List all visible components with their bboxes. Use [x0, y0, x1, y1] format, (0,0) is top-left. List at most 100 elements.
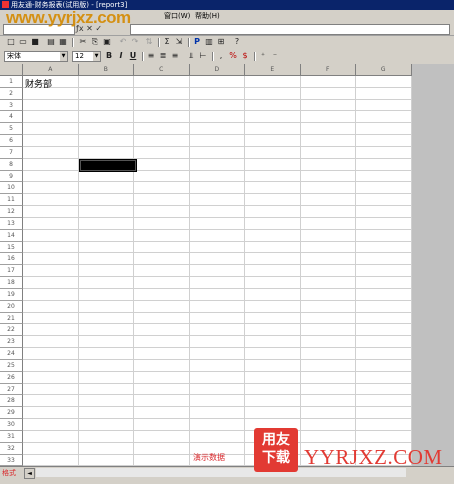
row-header-25[interactable]: 25 — [0, 359, 23, 372]
save-icon[interactable]: ■ — [30, 37, 40, 47]
print-icon[interactable]: ▦ — [58, 37, 68, 47]
increase-decimal-icon[interactable]: ⁺ — [258, 51, 268, 61]
row-header-2[interactable]: 2 — [0, 87, 23, 100]
row-header-1[interactable]: 1 — [0, 76, 23, 88]
chevron-down-icon[interactable]: ▼ — [60, 52, 67, 61]
row-header-19[interactable]: 19 — [0, 288, 23, 301]
row-header-29[interactable]: 29 — [0, 407, 23, 420]
grid-hline — [23, 335, 412, 337]
p-icon[interactable]: P — [192, 37, 202, 47]
row-header-5[interactable]: 5 — [0, 123, 23, 136]
column-header-g[interactable]: G — [356, 64, 412, 76]
comma-icon[interactable]: , — [216, 51, 226, 61]
row-header-18[interactable]: 18 — [0, 277, 23, 289]
grid-hline — [23, 110, 412, 112]
grid-hline — [23, 382, 412, 384]
percent-button[interactable]: % — [228, 51, 238, 61]
help-icon[interactable]: ? — [232, 37, 242, 47]
row-header-16[interactable]: 16 — [0, 253, 23, 266]
row-header-6[interactable]: 6 — [0, 135, 23, 147]
row-header-9[interactable]: 9 — [0, 170, 23, 183]
row-header-26[interactable]: 26 — [0, 371, 23, 384]
corner-header[interactable] — [0, 64, 23, 76]
grid-hline — [23, 240, 412, 242]
align-left-icon[interactable]: ≡ — [146, 51, 156, 61]
grid-hline — [23, 98, 412, 100]
grid-hline — [23, 311, 412, 313]
row-header-28[interactable]: 28 — [0, 395, 23, 408]
row-header-14[interactable]: 14 — [0, 229, 23, 242]
paste-icon[interactable]: ▣ — [102, 37, 112, 47]
row-header-33[interactable]: 33 — [0, 454, 23, 466]
column-header-c[interactable]: C — [134, 64, 190, 76]
row-header-12[interactable]: 12 — [0, 206, 23, 218]
column-header-e[interactable]: E — [245, 64, 301, 76]
row-header-20[interactable]: 20 — [0, 300, 23, 313]
column-header-d[interactable]: D — [189, 64, 245, 76]
app-icon — [2, 1, 9, 8]
insert-function-icon[interactable]: ⇲ — [174, 37, 184, 47]
selected-cell-b8[interactable] — [79, 159, 137, 172]
redo-icon[interactable]: ↷ — [130, 37, 140, 47]
font-size-select[interactable]: 12 ▼ — [72, 51, 101, 62]
row-header-10[interactable]: 10 — [0, 182, 23, 195]
grid-hline — [23, 181, 412, 183]
chevron-down-icon[interactable]: ▼ — [93, 52, 100, 61]
row-header-4[interactable]: 4 — [0, 111, 23, 124]
row-header-23[interactable]: 23 — [0, 336, 23, 349]
preview-icon[interactable]: ▤ — [46, 37, 56, 47]
row-header-24[interactable]: 24 — [0, 348, 23, 360]
decrease-decimal-icon[interactable]: ⁻ — [270, 51, 280, 61]
row-header-17[interactable]: 17 — [0, 265, 23, 278]
copy-icon[interactable]: ⎘ — [90, 37, 100, 47]
align-right-icon[interactable]: ≡ — [170, 51, 180, 61]
open-icon[interactable]: ▭ — [18, 37, 28, 47]
row-header-30[interactable]: 30 — [0, 419, 23, 431]
scroll-left-icon[interactable]: ◄ — [24, 468, 35, 479]
column-header-b[interactable]: B — [78, 64, 134, 76]
valign-icon[interactable]: ⫫ — [186, 51, 196, 61]
font-name-select[interactable]: 宋体 ▼ — [4, 51, 68, 62]
underline-button[interactable]: U — [128, 51, 138, 61]
row-header-3[interactable]: 3 — [0, 99, 23, 112]
new-icon[interactable]: □ — [6, 37, 16, 47]
empty-area — [412, 64, 454, 466]
currency-button[interactable]: $ — [240, 51, 250, 61]
column-header-a[interactable]: A — [23, 64, 79, 76]
toolbar-separator — [212, 52, 214, 61]
zoom-icon[interactable]: ⊞ — [216, 37, 226, 47]
row-header-11[interactable]: 11 — [0, 194, 23, 207]
row-header-32[interactable]: 32 — [0, 442, 23, 455]
bold-button[interactable]: B — [104, 51, 114, 61]
sheet-tab-format[interactable]: 格式 — [2, 468, 16, 478]
italic-button[interactable]: I — [116, 51, 126, 61]
grid-hline — [23, 252, 412, 254]
hmerge-icon[interactable]: ⊢ — [198, 51, 208, 61]
sum-icon[interactable]: Σ — [162, 37, 172, 47]
cell-a1[interactable]: 财务部 — [25, 77, 52, 90]
undo-icon[interactable]: ↶ — [118, 37, 128, 47]
chart-icon[interactable]: ▥ — [204, 37, 214, 47]
row-header-27[interactable]: 27 — [0, 383, 23, 396]
menu-help[interactable]: 帮助(H) — [195, 10, 220, 22]
sort-icon[interactable]: ⇅ — [144, 37, 154, 47]
menu-window[interactable]: 窗口(W) — [164, 10, 190, 22]
row-header-22[interactable]: 22 — [0, 324, 23, 337]
grid-hline — [23, 287, 412, 289]
standard-toolbar: □ ▭ ■ ▤ ▦ ✂ ⎘ ▣ ↶ ↷ ⇅ Σ ⇲ P ▥ ⊞ ? — [0, 36, 454, 49]
row-header-13[interactable]: 13 — [0, 217, 23, 230]
row-header-15[interactable]: 15 — [0, 241, 23, 254]
grid-hline — [23, 86, 412, 88]
watermark-text: www.yyrjxz.com — [6, 8, 131, 27]
grid-hline — [23, 145, 412, 147]
cell-area[interactable] — [23, 76, 412, 466]
formula-input[interactable] — [130, 24, 450, 35]
grid-hline — [23, 299, 412, 301]
row-header-31[interactable]: 31 — [0, 430, 23, 443]
row-header-7[interactable]: 7 — [0, 146, 23, 159]
row-header-8[interactable]: 8 — [0, 158, 23, 171]
cut-icon[interactable]: ✂ — [78, 37, 88, 47]
align-center-icon[interactable]: ≣ — [158, 51, 168, 61]
row-header-21[interactable]: 21 — [0, 312, 23, 325]
column-header-f[interactable]: F — [300, 64, 356, 76]
